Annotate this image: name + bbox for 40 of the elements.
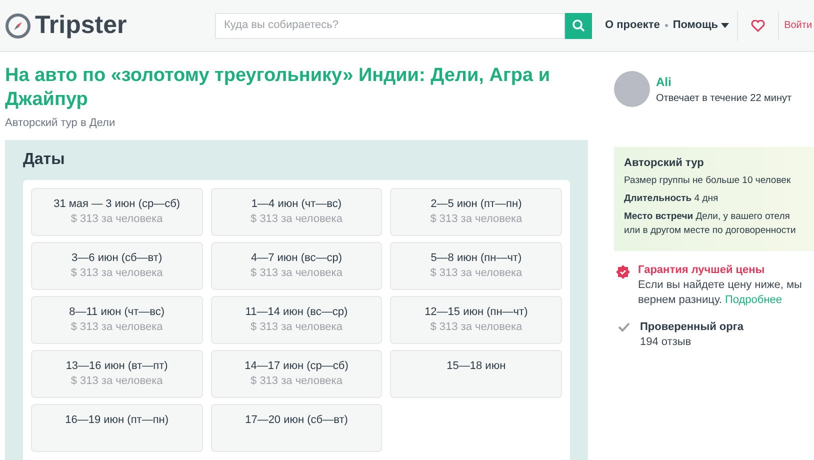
date-option[interactable]: 1—4 июн (чт—вс) $ 313 за человека — [210, 188, 382, 236]
search-icon — [572, 19, 585, 32]
info-title: Авторский тур — [624, 156, 705, 170]
nav-dropdown[interactable]: Помощь — [672, 17, 730, 34]
feature-text: 194 отзыв — [640, 335, 692, 350]
logo-text[interactable]: Tripster — [35, 6, 127, 44]
info-line: Длительность 4 дня — [624, 192, 720, 206]
date-option[interactable]: 11—14 июн (вс—ср) $ 313 за человека — [210, 296, 382, 344]
search-field[interactable]: Куда вы собираетесь? — [215, 12, 565, 38]
badge-icon — [616, 265, 630, 281]
dot-separator — [664, 24, 668, 27]
date-option[interactable]: 12—15 июн (пн—чт) $ 313 за человека — [390, 296, 562, 344]
date-option[interactable]: 8—11 июн (чт—вс) $ 313 за человека — [31, 296, 203, 344]
date-option[interactable]: 31 мая — 3 июн (ср—сб) $ 313 за человека — [31, 188, 203, 236]
feature-title: Гарантия лучшей цены — [638, 263, 766, 278]
tour-title: На авто по «золотому треугольнику» Индии: Дели, Агра и Джайпур — [5, 64, 552, 112]
search-button[interactable] — [565, 12, 592, 38]
dates-heading: Даты — [23, 150, 66, 170]
compass-icon — [5, 12, 31, 38]
tour-subtitle: Авторский тур в Дели — [5, 116, 116, 130]
info-line: Размер группы не больше 10 человек — [624, 174, 792, 188]
feature-title: Проверенный орга — [640, 320, 744, 335]
date-option[interactable]: 13—16 июн (вт—пт) $ 313 за человека — [31, 350, 203, 398]
feature-text: Если вы найдете цену ниже, мы вернем разницу. Подробнее — [638, 278, 803, 308]
date-option[interactable]: 15—18 июн — [390, 350, 562, 398]
date-option[interactable]: 16—19 июн (пт—пн) — [31, 404, 203, 452]
date-option[interactable]: 3—6 июн (сб—вт) $ 313 за человека — [31, 242, 203, 290]
info-line: Место встречи Дели, у вашего отеля или в другом месте по договоренности — [624, 210, 797, 238]
caret-icon — [721, 23, 730, 28]
date-option[interactable]: 14—17 июн (ср—сб) $ 313 за человека — [210, 350, 382, 398]
date-option[interactable]: 4—7 июн (вс—ср) $ 313 за человека — [210, 242, 382, 290]
nav-link[interactable]: О проекте — [605, 17, 660, 34]
login-link[interactable]: Войти — [784, 18, 812, 33]
date-option[interactable]: 17—20 июн (сб—вт) — [210, 404, 382, 452]
heart-icon[interactable] — [751, 20, 766, 32]
date-option[interactable]: 2—5 июн (пт—пн) $ 313 за человека — [390, 188, 562, 236]
check-icon — [618, 322, 630, 332]
response-time: Отвечает в течение 22 минут — [656, 92, 792, 106]
date-option[interactable]: 5—8 июн (пн—чт) $ 313 за человека — [390, 242, 562, 290]
avatar-placeholder — [614, 71, 650, 107]
